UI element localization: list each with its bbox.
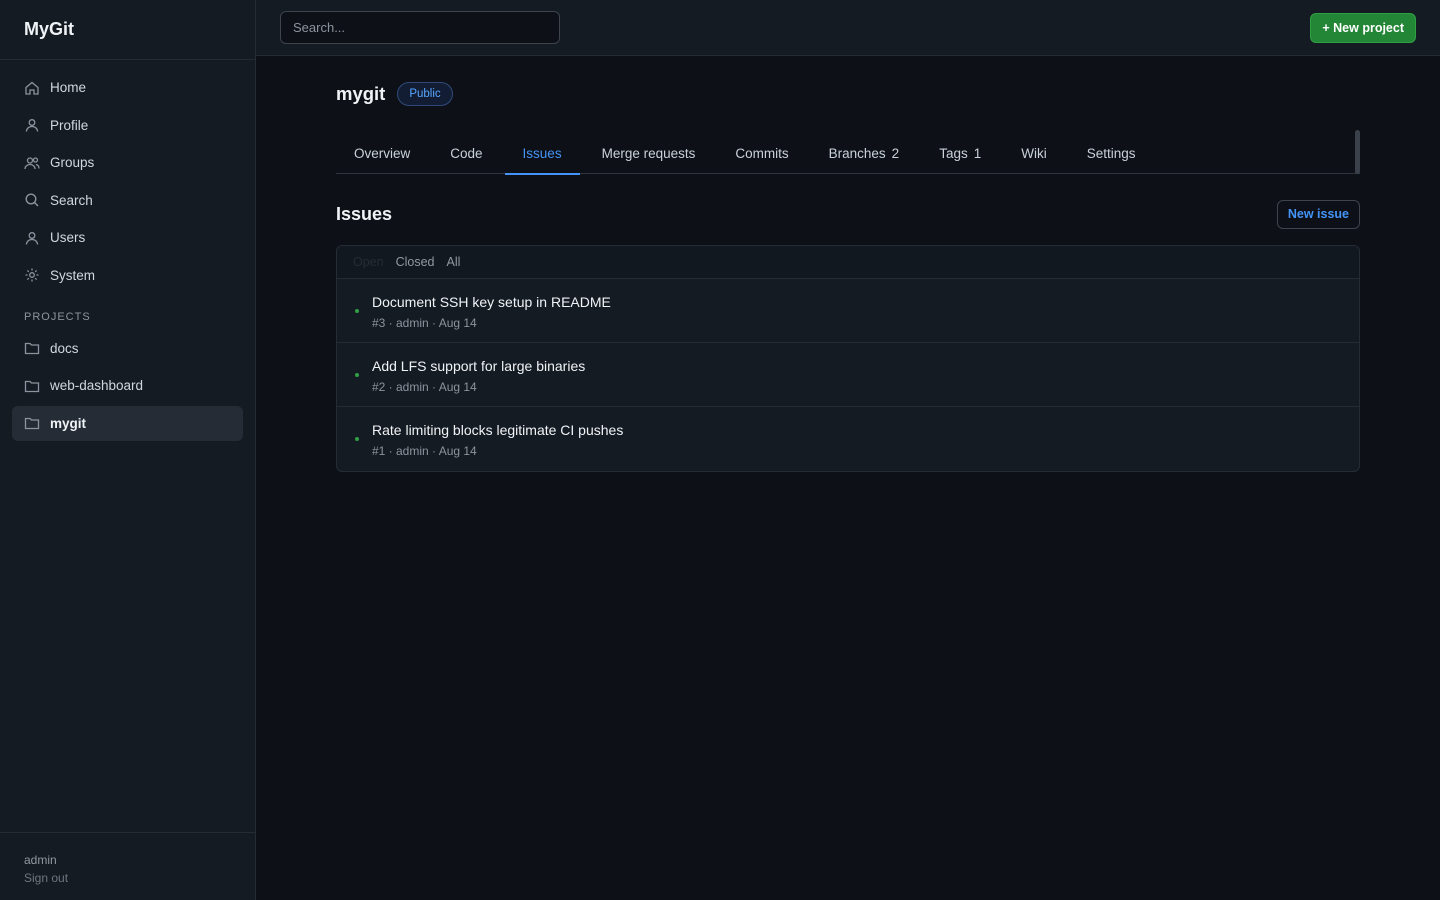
tab-merge-requests[interactable]: Merge requests [584,132,714,174]
filter-closed[interactable]: Closed [396,255,435,269]
user-icon [24,230,40,246]
new-project-button[interactable]: + New project [1310,13,1416,43]
issue-row[interactable]: Add LFS support for large binaries #2 · … [337,343,1359,407]
issue-row[interactable]: Document SSH key setup in README #3 · ad… [337,279,1359,343]
tab-overview[interactable]: Overview [336,132,428,174]
tabs-scrollbar[interactable] [1355,130,1360,174]
sidebar-item-label: Profile [50,117,89,133]
sidebar-item-label: Users [50,230,86,245]
sidebar-project-docs[interactable]: docs [12,331,243,366]
tab-label: Settings [1086,145,1136,161]
tab-label: Code [450,145,483,161]
sidebar-item-users[interactable]: Users [12,220,243,255]
users-icon [24,155,40,171]
sidebar-project-web-dashboard[interactable]: web-dashboard [12,368,243,403]
tab-commits[interactable]: Commits [717,132,806,174]
tab-tags[interactable]: Tags 1 [921,132,999,174]
issue-title[interactable]: Rate limiting blocks legitimate CI pushe… [372,422,623,438]
sidebar-item-label: docs [50,340,79,356]
sidebar-item-label: web-dashboard [50,378,144,393]
gear-icon [24,267,40,283]
app-title: MyGit [0,0,255,60]
sidebar-item-label: mygit [50,415,87,431]
sidebar-item-home[interactable]: Home [12,70,243,105]
search-input[interactable] [280,11,560,44]
issue-row[interactable]: Rate limiting blocks legitimate CI pushe… [337,407,1359,471]
branches-count: 2 [891,145,900,161]
new-issue-button[interactable]: New issue [1276,199,1360,229]
sign-out-link[interactable]: Sign out [24,869,231,887]
tab-label: Tags [939,145,968,161]
topbar: + New project [256,0,1440,56]
tab-code[interactable]: Code [432,132,500,174]
tab-settings[interactable]: Settings [1069,132,1154,174]
issue-filter-bar: Open Closed All [337,246,1359,279]
sidebar-nav: Home Profile Groups Search Users System … [0,60,255,441]
projects-section-label: PROJECTS [24,310,91,323]
sidebar-item-label: Search [50,192,93,208]
issues-list: Open Closed All Document SSH key setup i… [336,245,1360,472]
tab-label: Commits [735,145,789,161]
tab-label: Wiki [1021,145,1047,161]
sidebar-item-search[interactable]: Search [12,183,243,218]
tab-label: Overview [354,145,411,161]
repo-name: mygit [336,83,386,104]
sidebar-item-label: Groups [50,155,95,170]
issue-meta: #3 · admin · Aug 14 [372,316,477,330]
sidebar-project-mygit[interactable]: mygit [12,405,243,441]
home-icon [24,80,40,96]
issue-title[interactable]: Document SSH key setup in README [372,294,611,310]
tab-branches[interactable]: Branches 2 [811,132,918,174]
search-icon [24,192,40,208]
user-icon [24,117,40,133]
issue-meta: #2 · admin · Aug 14 [372,380,477,394]
issue-title[interactable]: Add LFS support for large binaries [372,358,585,374]
sidebar-item-label: Home [50,80,87,95]
tags-count: 1 [973,145,982,161]
folder-icon [24,378,40,394]
tab-label: Issues [522,145,562,161]
filter-open[interactable]: Open [353,255,384,269]
repo-tabs: Overview Code Issues Merge requests Comm… [336,130,1360,175]
sidebar-item-profile[interactable]: Profile [12,108,243,143]
open-status-dot [355,373,359,377]
visibility-badge: Public [397,82,453,106]
sidebar: MyGit Home Profile Groups Search Users S… [0,0,256,900]
tab-wiki[interactable]: Wiki [1003,132,1065,174]
sidebar-item-system[interactable]: System [12,258,243,293]
issues-title: Issues [336,203,393,224]
folder-icon [24,415,40,431]
issues-header: Issues New issue [336,199,1360,229]
open-status-dot [355,309,359,313]
tab-issues[interactable]: Issues [504,132,580,175]
repo-header: mygit Public [336,56,1360,132]
current-user: admin [24,853,57,867]
sidebar-item-groups[interactable]: Groups [12,145,243,180]
tab-label: Branches [828,145,886,161]
issue-meta: #1 · admin · Aug 14 [372,444,477,458]
tab-label: Merge requests [601,145,696,161]
filter-all[interactable]: All [447,255,461,269]
sidebar-item-label: System [50,267,96,283]
main-content: mygit Public Overview Code Issues Merge … [336,56,1360,472]
open-status-dot [355,437,359,441]
folder-icon [24,340,40,356]
sidebar-footer: admin Sign out [0,832,255,900]
